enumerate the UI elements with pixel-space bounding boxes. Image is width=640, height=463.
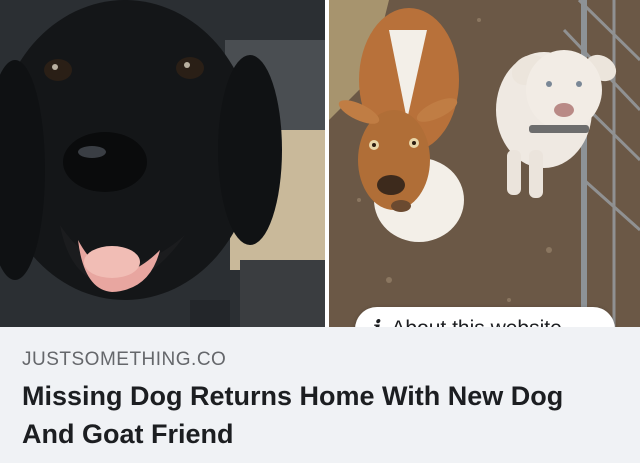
link-caption[interactable]: JUSTSOMETHING.CO Missing Dog Returns Hom… — [0, 327, 640, 463]
link-headline[interactable]: Missing Dog Returns Home With New Dog An… — [22, 377, 622, 453]
link-domain: JUSTSOMETHING.CO — [22, 349, 227, 370]
link-preview-card[interactable]: i About this website JUSTSOMETHING.CO Mi… — [0, 0, 640, 463]
black-dog-image — [0, 0, 325, 327]
goat-and-white-dog-photo — [329, 0, 640, 327]
goat-and-dog-image — [329, 0, 640, 327]
preview-image-row[interactable]: i About this website — [0, 0, 640, 351]
black-dog-photo — [0, 0, 325, 327]
